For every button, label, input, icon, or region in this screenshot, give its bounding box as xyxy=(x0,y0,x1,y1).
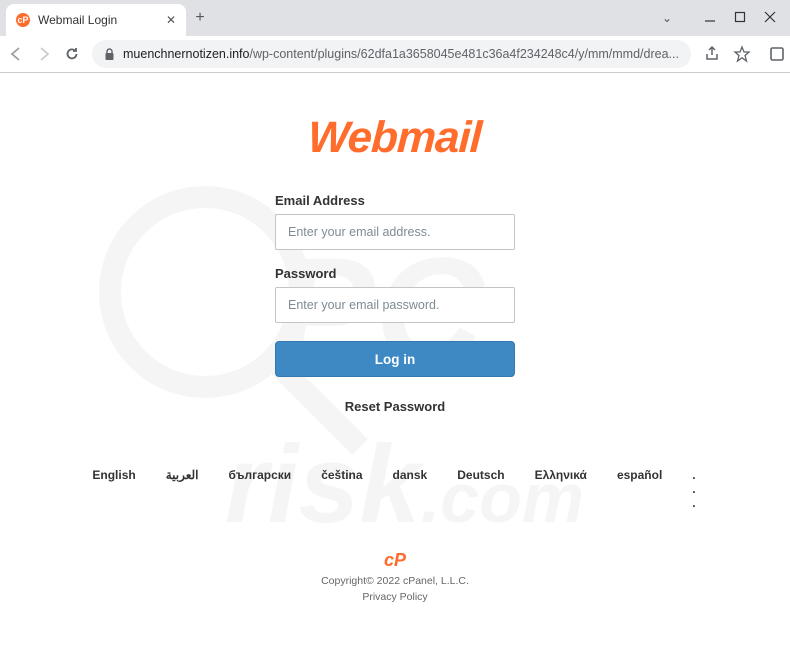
login-form: Webmail Email Address Password Log in Re… xyxy=(195,113,595,605)
new-tab-button[interactable]: + xyxy=(186,4,214,32)
password-group: Password xyxy=(275,266,515,323)
copyright-text: Copyright© 2022 cPanel, L.L.C. xyxy=(195,575,595,587)
cpanel-favicon-icon: cP xyxy=(16,13,30,27)
minimize-icon[interactable] xyxy=(704,11,716,23)
language-option[interactable]: Ελληνικά xyxy=(535,468,587,510)
bookmark-star-icon[interactable] xyxy=(733,45,751,63)
browser-chrome: cP Webmail Login ✕ + ⌄ muenchnernotizen.… xyxy=(0,0,790,73)
password-label: Password xyxy=(275,266,515,281)
language-list: English العربية български čeština dansk … xyxy=(195,468,595,510)
language-option[interactable]: български xyxy=(229,468,292,510)
share-icon[interactable] xyxy=(703,45,721,63)
email-label: Email Address xyxy=(275,193,515,208)
language-option[interactable]: dansk xyxy=(393,468,428,510)
webmail-logo: Webmail xyxy=(195,113,595,163)
page-content: PC risk.com Webmail Email Address Passwo… xyxy=(0,73,790,671)
close-window-icon[interactable] xyxy=(764,11,776,23)
language-option[interactable]: العربية xyxy=(166,468,199,510)
browser-toolbar: muenchnernotizen.info/wp-content/plugins… xyxy=(0,36,790,72)
browser-tab[interactable]: cP Webmail Login ✕ xyxy=(6,4,186,36)
reload-button[interactable] xyxy=(64,46,80,62)
privacy-policy-link[interactable]: Privacy Policy xyxy=(362,591,427,603)
address-bar[interactable]: muenchnernotizen.info/wp-content/plugins… xyxy=(92,40,691,68)
language-more-button[interactable]: . . . xyxy=(692,468,697,510)
back-button[interactable] xyxy=(8,46,24,62)
language-option[interactable]: Deutsch xyxy=(457,468,504,510)
login-button[interactable]: Log in xyxy=(275,341,515,377)
tab-title: Webmail Login xyxy=(38,13,158,27)
email-group: Email Address xyxy=(275,193,515,250)
reset-password-link[interactable]: Reset Password xyxy=(195,399,595,414)
forward-button xyxy=(36,46,52,62)
language-option[interactable]: español xyxy=(617,468,662,510)
maximize-icon[interactable] xyxy=(734,11,746,23)
page-footer: cP Copyright© 2022 cPanel, L.L.C. Privac… xyxy=(195,550,595,605)
cpanel-logo-icon: cP xyxy=(195,550,595,571)
lock-icon xyxy=(104,48,115,61)
email-input[interactable] xyxy=(275,214,515,250)
url-text: muenchnernotizen.info/wp-content/plugins… xyxy=(123,47,679,61)
logo-text: Webmail xyxy=(307,113,483,163)
window-controls: ⌄ xyxy=(662,11,784,25)
language-option[interactable]: čeština xyxy=(321,468,362,510)
title-bar: cP Webmail Login ✕ + ⌄ xyxy=(0,0,790,36)
close-tab-icon[interactable]: ✕ xyxy=(166,13,176,27)
extensions-icon[interactable] xyxy=(769,46,785,62)
chevron-down-icon[interactable]: ⌄ xyxy=(662,11,672,25)
language-option[interactable]: English xyxy=(92,468,135,510)
password-input[interactable] xyxy=(275,287,515,323)
